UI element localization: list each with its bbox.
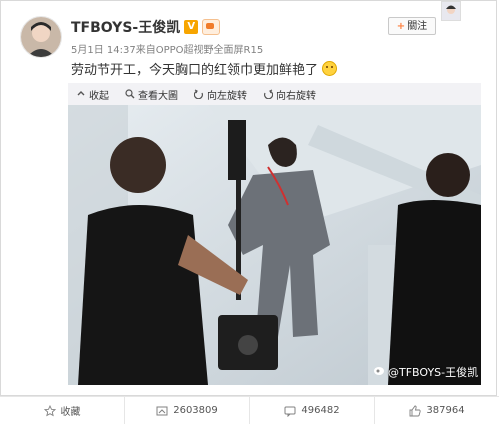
comment-count: 496482 (301, 405, 340, 416)
comment-icon (284, 406, 296, 417)
post-photo-illustration (68, 105, 481, 385)
photo-watermark: @TFBOYS-王俊凯 (373, 364, 478, 380)
follow-button[interactable]: + 關注 (388, 17, 436, 35)
member-crown-icon (202, 19, 221, 35)
watermark-text: @TFBOYS-王俊凯 (388, 366, 479, 379)
smile-emoji-icon (322, 61, 338, 76)
repost-count: 2603809 (173, 405, 218, 416)
post-actions: 收藏 2603809 496482 387964 (0, 396, 499, 424)
user-avatar[interactable] (20, 16, 62, 58)
rotate-left-label: 向左旋转 (207, 90, 247, 102)
plus-icon: + (396, 21, 406, 32)
zoom-icon (125, 89, 135, 99)
comment-button[interactable]: 496482 (250, 397, 375, 424)
favorite-label: 收藏 (60, 407, 81, 418)
repost-icon (156, 406, 168, 415)
follow-label: 關注 (407, 21, 428, 32)
view-large-button[interactable]: 查看大圖 (117, 87, 186, 102)
repost-button[interactable]: 2603809 (125, 397, 250, 424)
favorite-button[interactable]: 收藏 (0, 397, 125, 424)
rotate-left-icon (194, 89, 203, 99)
side-avatar[interactable] (441, 1, 461, 21)
collapse-icon (77, 91, 85, 96)
view-large-label: 查看大圖 (138, 90, 178, 102)
post-content: 劳动节开工，今天胸口的红领巾更加鲜艳了 (71, 59, 338, 78)
image-toolbar: 收起 查看大圖 向左旋转 向右旋转 (68, 83, 481, 105)
like-button[interactable]: 387964 (375, 397, 499, 424)
weibo-logo-icon (373, 366, 385, 379)
star-icon (43, 404, 56, 416)
rotate-right-button[interactable]: 向右旋转 (255, 87, 324, 102)
post-meta: 5月1日 14:37来自OPPO超视野全面屏R15 (71, 45, 264, 56)
username-text[interactable]: TFBOYS-王俊凯 (71, 17, 180, 37)
rotate-right-label: 向右旋转 (276, 90, 316, 102)
weibo-post-card: TFBOYS-王俊凯 V 5月1日 14:37来自OPPO超视野全面屏R15 +… (0, 0, 497, 396)
verified-badge: V (184, 20, 199, 34)
like-icon (409, 405, 422, 416)
rotate-left-button[interactable]: 向左旋转 (186, 87, 255, 102)
post-photo[interactable] (68, 105, 481, 385)
collapse-button[interactable]: 收起 (68, 87, 117, 102)
like-count: 387964 (426, 405, 465, 416)
rotate-right-icon (264, 89, 273, 99)
post-text: 劳动节开工，今天胸口的红领巾更加鲜艳了 (71, 63, 319, 78)
post-author[interactable]: TFBOYS-王俊凯 V (71, 17, 221, 37)
collapse-label: 收起 (89, 90, 109, 102)
